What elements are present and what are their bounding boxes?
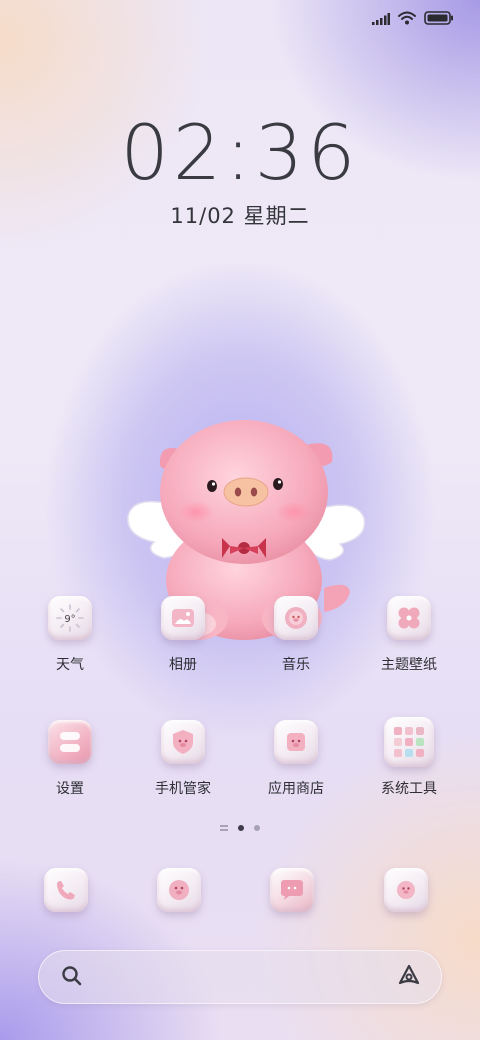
weather-icon: 9°	[48, 596, 92, 640]
security-icon	[161, 720, 205, 764]
app-security[interactable]: 手机管家	[135, 720, 231, 798]
battery-icon	[424, 10, 454, 29]
app-themes[interactable]: 主题壁纸	[361, 596, 457, 674]
folder-icon	[384, 717, 434, 767]
search-bar[interactable]	[38, 950, 442, 1004]
app-label: 设置	[56, 781, 84, 797]
status-bar	[372, 8, 454, 30]
page-indicator[interactable]	[0, 825, 480, 831]
themes-icon	[387, 596, 431, 640]
page-indicator-home-icon	[220, 825, 228, 831]
search-icon[interactable]	[60, 964, 84, 992]
dock-chat[interactable]	[270, 868, 314, 912]
app-gallery[interactable]: 相册	[135, 596, 231, 674]
signal-icon	[372, 10, 390, 29]
app-music[interactable]: 音乐	[248, 596, 344, 674]
app-label: 手机管家	[155, 781, 211, 797]
settings-icon	[48, 720, 92, 764]
messages-icon	[157, 868, 201, 912]
dock-messages[interactable]	[157, 868, 201, 912]
dock-camera[interactable]	[384, 868, 428, 912]
phone-icon	[44, 868, 88, 912]
page-dot	[254, 825, 260, 831]
lockscreen-date: 11/02 星期二	[170, 204, 310, 228]
app-store-icon	[274, 720, 318, 764]
page-dot-active	[238, 825, 244, 831]
app-label: 主题壁纸	[381, 657, 437, 673]
app-label: 系统工具	[381, 781, 437, 797]
folder-system-tools[interactable]: 系统工具	[361, 717, 457, 798]
gallery-icon	[161, 596, 205, 640]
dock-phone[interactable]	[44, 868, 88, 912]
lockscreen-clock: 02:36	[120, 108, 360, 197]
app-label: 音乐	[282, 657, 310, 673]
weather-temp: 9°	[64, 614, 75, 625]
app-label: 应用商店	[268, 781, 324, 797]
music-icon	[274, 596, 318, 640]
app-label: 相册	[169, 657, 197, 673]
app-label: 天气	[56, 657, 84, 673]
app-store[interactable]: 应用商店	[248, 720, 344, 798]
chat-icon	[270, 868, 314, 912]
app-weather[interactable]: 9° 天气	[22, 596, 118, 674]
app-settings[interactable]: 设置	[22, 720, 118, 798]
camera-icon	[384, 868, 428, 912]
wifi-icon	[398, 10, 416, 29]
assistant-icon[interactable]	[396, 963, 422, 993]
